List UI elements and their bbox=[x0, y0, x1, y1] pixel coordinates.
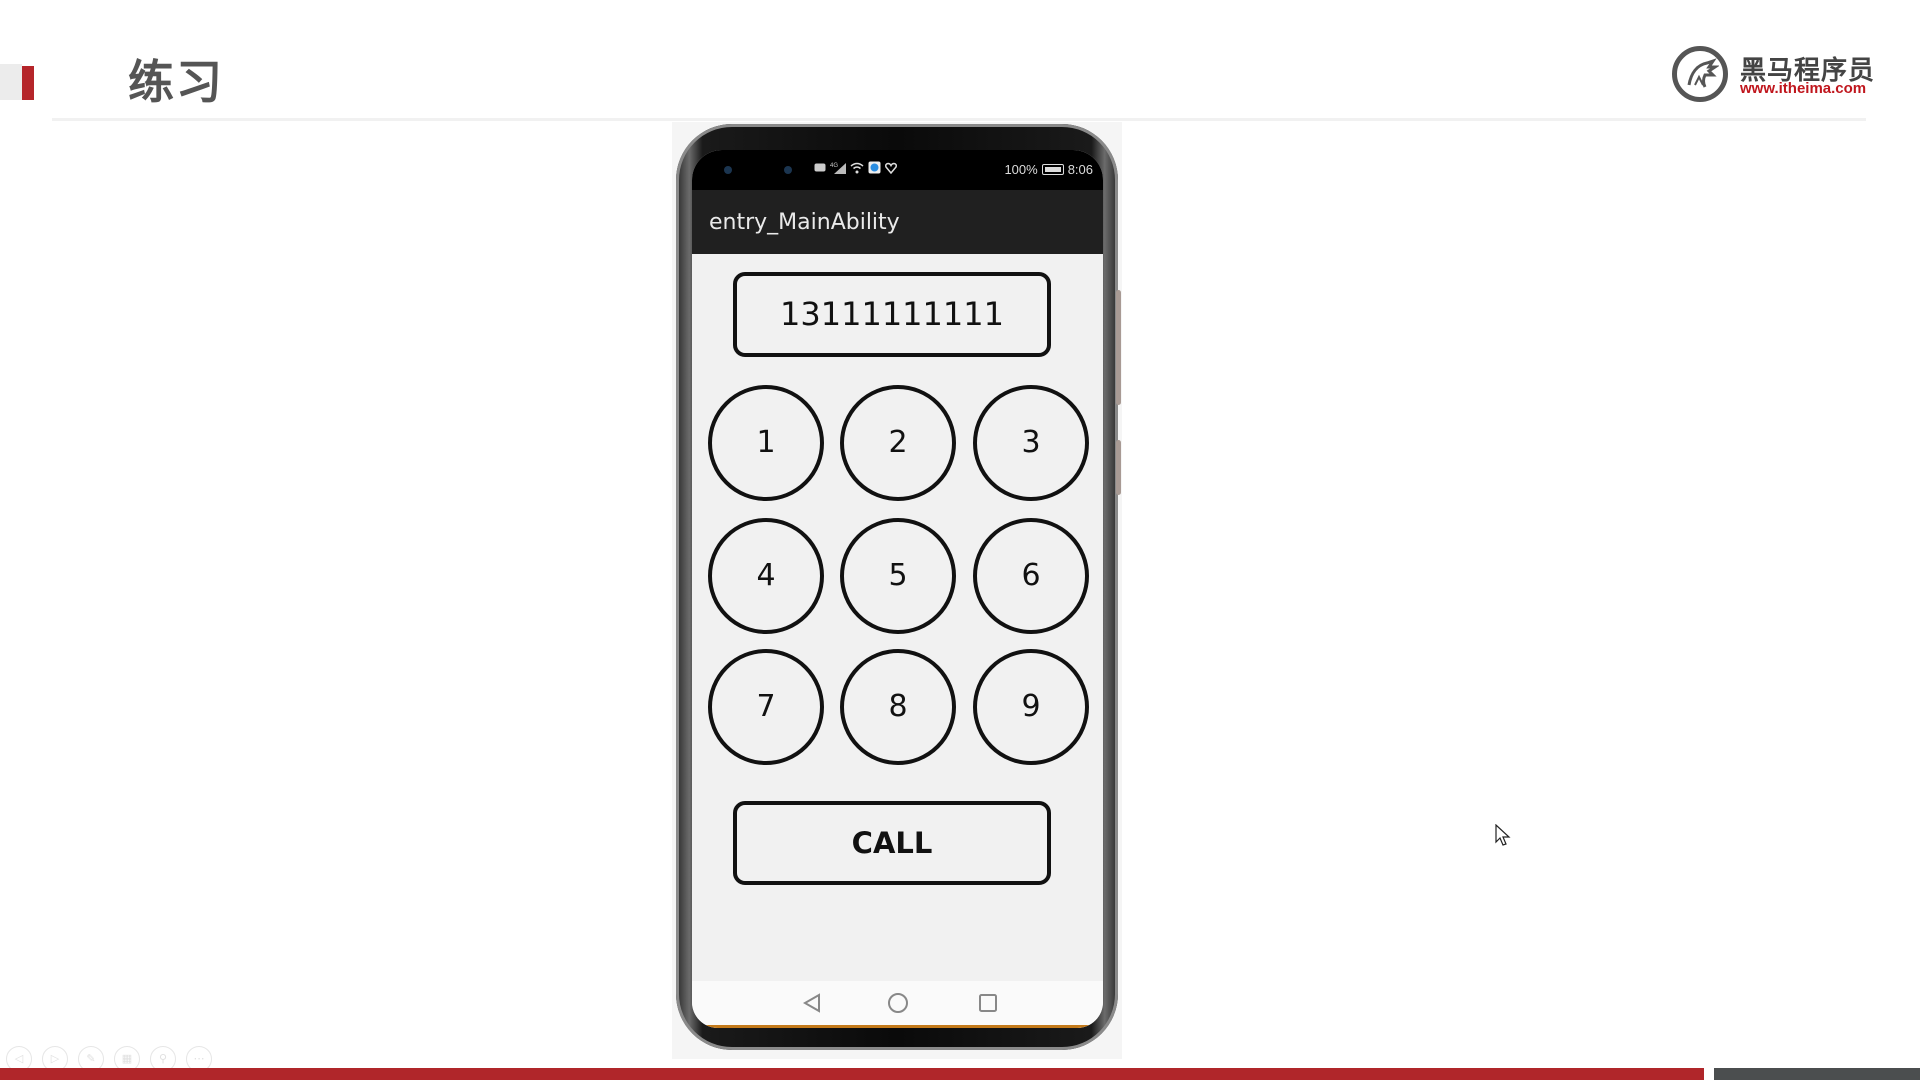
dial-key-4[interactable]: 4 bbox=[708, 518, 824, 634]
front-camera bbox=[784, 166, 792, 174]
dial-key-7[interactable]: 7 bbox=[708, 649, 824, 765]
home-icon[interactable] bbox=[886, 991, 910, 1015]
battery-percent: 100% bbox=[1004, 162, 1038, 177]
status-icons: 4G bbox=[814, 161, 897, 174]
slide-title: 练习 bbox=[128, 55, 224, 109]
heart-icon bbox=[885, 162, 897, 174]
mouse-cursor-icon bbox=[1495, 824, 1511, 846]
back-icon[interactable] bbox=[800, 991, 824, 1015]
dial-key-9[interactable]: 9 bbox=[973, 649, 1089, 765]
footer-bar-red bbox=[0, 1068, 1704, 1080]
dial-key-5[interactable]: 5 bbox=[840, 518, 956, 634]
brand-logo: 黑马程序员 www.itheima.com bbox=[1672, 44, 1874, 104]
volume-button bbox=[1116, 290, 1121, 405]
phone-number-input[interactable]: 13111111111 bbox=[733, 272, 1051, 357]
header-divider bbox=[52, 118, 1866, 121]
battery-icon bbox=[1041, 164, 1064, 175]
title-accent-marker bbox=[22, 66, 34, 100]
app-title: entry_MainAbility bbox=[709, 210, 900, 235]
wifi-icon bbox=[850, 162, 864, 173]
phone-screen: 4G 100% 8:06 entry_MainAbility 131111111… bbox=[692, 150, 1103, 1028]
app-notification-icon bbox=[868, 161, 881, 174]
dial-key-8[interactable]: 8 bbox=[840, 649, 956, 765]
app-bar: entry_MainAbility bbox=[692, 190, 1103, 254]
dial-key-3[interactable]: 3 bbox=[973, 385, 1089, 501]
sensor-dot bbox=[724, 166, 732, 174]
dial-key-6[interactable]: 6 bbox=[973, 518, 1089, 634]
status-time: 8:06 bbox=[1067, 162, 1093, 177]
logo-url: www.itheima.com bbox=[1740, 80, 1867, 97]
navigation-bar bbox=[692, 981, 1103, 1028]
call-button[interactable]: CALL bbox=[733, 801, 1051, 885]
dial-key-1[interactable]: 1 bbox=[708, 385, 824, 501]
recents-icon[interactable] bbox=[976, 991, 1000, 1015]
footer-bar-gray bbox=[1714, 1068, 1920, 1080]
horse-logo-icon bbox=[1672, 46, 1728, 102]
signal-icon: 4G bbox=[830, 162, 846, 174]
status-bar: 4G 100% 8:06 bbox=[692, 150, 1103, 190]
status-right: 100% 8:06 bbox=[1004, 162, 1093, 177]
power-button bbox=[1116, 440, 1121, 495]
sim-icon bbox=[814, 163, 826, 172]
dial-key-2[interactable]: 2 bbox=[840, 385, 956, 501]
svg-text:4G: 4G bbox=[830, 163, 838, 169]
left-edge-tab bbox=[0, 64, 22, 100]
